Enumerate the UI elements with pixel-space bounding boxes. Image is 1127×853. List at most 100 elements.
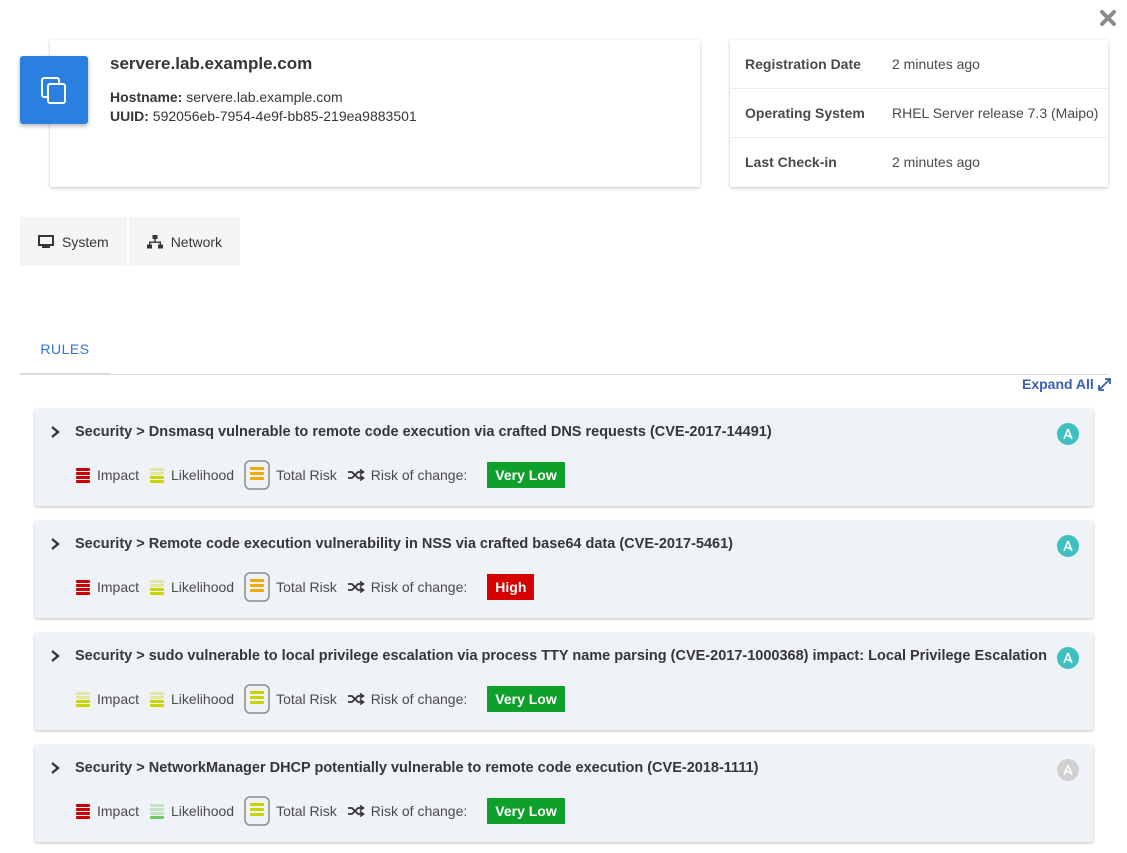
risk-of-change-badge: Very Low [487, 686, 565, 712]
impact-level-icon [76, 691, 90, 707]
chevron-right-icon[interactable] [49, 649, 61, 663]
rule-title[interactable]: Security > Dnsmasq vulnerable to remote … [75, 424, 772, 440]
ansible-icon [1063, 540, 1073, 552]
info-key: Operating System [745, 105, 865, 121]
total-risk-icon [244, 572, 270, 602]
host-title: servere.lab.example.com [110, 54, 313, 73]
expand-all-button[interactable]: Expand All [1022, 376, 1111, 392]
rule-metrics: Impact Likelihood Total Risk Risk of cha… [75, 681, 565, 717]
risk-of-change-metric: Risk of change: [347, 803, 478, 819]
system-button[interactable]: System [20, 217, 127, 266]
impact-level-icon [76, 579, 90, 595]
risk-of-change-label: Risk of change: [370, 467, 468, 483]
network-button-label: Network [170, 233, 223, 250]
rule-card[interactable]: Security > Dnsmasq vulnerable to remote … [35, 409, 1093, 506]
likelihood-metric: Likelihood [149, 691, 244, 708]
total-risk-icon [244, 796, 270, 826]
impact-metric: Impact [75, 691, 149, 708]
risk-of-change-label: Risk of change: [370, 803, 468, 819]
risk-of-change-metric: Risk of change: [347, 691, 478, 707]
rule-card[interactable]: Security > Remote code execution vulnera… [35, 521, 1093, 618]
likelihood-metric: Likelihood [149, 579, 244, 596]
total-risk-label: Total Risk [276, 467, 337, 483]
rule-title[interactable]: Security > sudo vulnerable to local priv… [75, 648, 1047, 664]
system-info-card: Registration Date 2 minutes ago Operatin… [730, 40, 1108, 187]
ansible-badge [1057, 647, 1079, 669]
tab-bar: RULES [20, 330, 1108, 375]
total-risk-metric: Total Risk [244, 796, 347, 826]
info-row-registration: Registration Date 2 minutes ago [730, 40, 1108, 89]
rule-title[interactable]: Security > NetworkManager DHCP potential… [75, 760, 758, 776]
impact-label: Impact [97, 691, 140, 707]
rule-card[interactable]: Security > NetworkManager DHCP potential… [35, 745, 1093, 842]
total-risk-label: Total Risk [276, 579, 337, 595]
impact-metric: Impact [75, 467, 149, 484]
shuffle-icon [347, 805, 365, 817]
info-key: Registration Date [745, 56, 861, 72]
uuid-label: UUID: [110, 108, 149, 124]
rule-metrics: Impact Likelihood Total Risk Risk of cha… [75, 793, 565, 829]
system-button-label: System [62, 233, 109, 250]
risk-of-change-label: Risk of change: [370, 691, 468, 707]
view-toggle-group: System Network [20, 217, 241, 266]
likelihood-label: Likelihood [171, 579, 235, 595]
close-icon [1100, 10, 1116, 26]
likelihood-label: Likelihood [171, 691, 235, 707]
uuid-value: 592056eb-7954-4e9f-bb85-219ea9883501 [152, 108, 417, 124]
network-button[interactable]: Network [128, 217, 241, 266]
total-risk-icon [244, 460, 270, 490]
close-button[interactable] [1098, 8, 1118, 28]
info-value: 2 minutes ago [892, 154, 980, 170]
ansible-icon [1063, 652, 1073, 664]
shuffle-icon [347, 581, 365, 593]
rule-card[interactable]: Security > sudo vulnerable to local priv… [35, 633, 1093, 730]
info-key: Last Check-in [745, 154, 837, 170]
hostname-value: servere.lab.example.com [186, 89, 343, 105]
ansible-badge [1057, 423, 1079, 445]
risk-of-change-badge: Very Low [487, 798, 565, 824]
impact-level-icon [76, 467, 90, 483]
rule-metrics: Impact Likelihood Total Risk Risk of cha… [75, 457, 565, 493]
sitemap-icon [146, 234, 163, 248]
ansible-badge [1057, 759, 1079, 781]
impact-metric: Impact [75, 803, 149, 820]
likelihood-metric: Likelihood [149, 467, 244, 484]
host-avatar [20, 56, 88, 124]
total-risk-icon [244, 684, 270, 714]
likelihood-level-icon [150, 467, 165, 483]
ansible-icon [1063, 428, 1073, 440]
impact-metric: Impact [75, 579, 149, 596]
likelihood-level-icon [150, 803, 165, 819]
chevron-right-icon[interactable] [49, 761, 61, 775]
ansible-icon [1063, 764, 1073, 776]
likelihood-label: Likelihood [171, 467, 235, 483]
info-value: RHEL Server release 7.3 (Maipo) [892, 105, 1099, 121]
total-risk-label: Total Risk [276, 803, 337, 819]
chevron-right-icon[interactable] [49, 425, 61, 439]
hostname-label: Hostname: [110, 89, 183, 105]
copy-icon [41, 77, 66, 104]
total-risk-metric: Total Risk [244, 684, 347, 714]
expand-all-label: Expand All [1022, 376, 1094, 392]
likelihood-metric: Likelihood [149, 803, 244, 820]
chevron-right-icon[interactable] [49, 537, 61, 551]
expand-arrows-icon [1097, 377, 1111, 391]
rule-title[interactable]: Security > Remote code execution vulnera… [75, 536, 733, 552]
risk-of-change-badge: Very Low [487, 462, 565, 488]
risk-of-change-label: Risk of change: [370, 579, 468, 595]
tab-rules[interactable]: RULES [20, 330, 110, 375]
info-value: 2 minutes ago [892, 56, 980, 72]
hostname-line: Hostname: servere.lab.example.com [110, 89, 343, 105]
total-risk-metric: Total Risk [244, 460, 347, 490]
rule-metrics: Impact Likelihood Total Risk Risk of cha… [75, 569, 535, 605]
impact-label: Impact [97, 579, 140, 595]
shuffle-icon [347, 693, 365, 705]
host-card: servere.lab.example.com Hostname: server… [50, 40, 700, 187]
likelihood-level-icon [150, 579, 165, 595]
risk-of-change-metric: Risk of change: [347, 467, 478, 483]
info-row-os: Operating System RHEL Server release 7.3… [730, 89, 1108, 138]
risk-of-change-badge: High [487, 574, 535, 600]
total-risk-label: Total Risk [276, 691, 337, 707]
desktop-icon [38, 234, 54, 248]
impact-label: Impact [97, 803, 140, 819]
